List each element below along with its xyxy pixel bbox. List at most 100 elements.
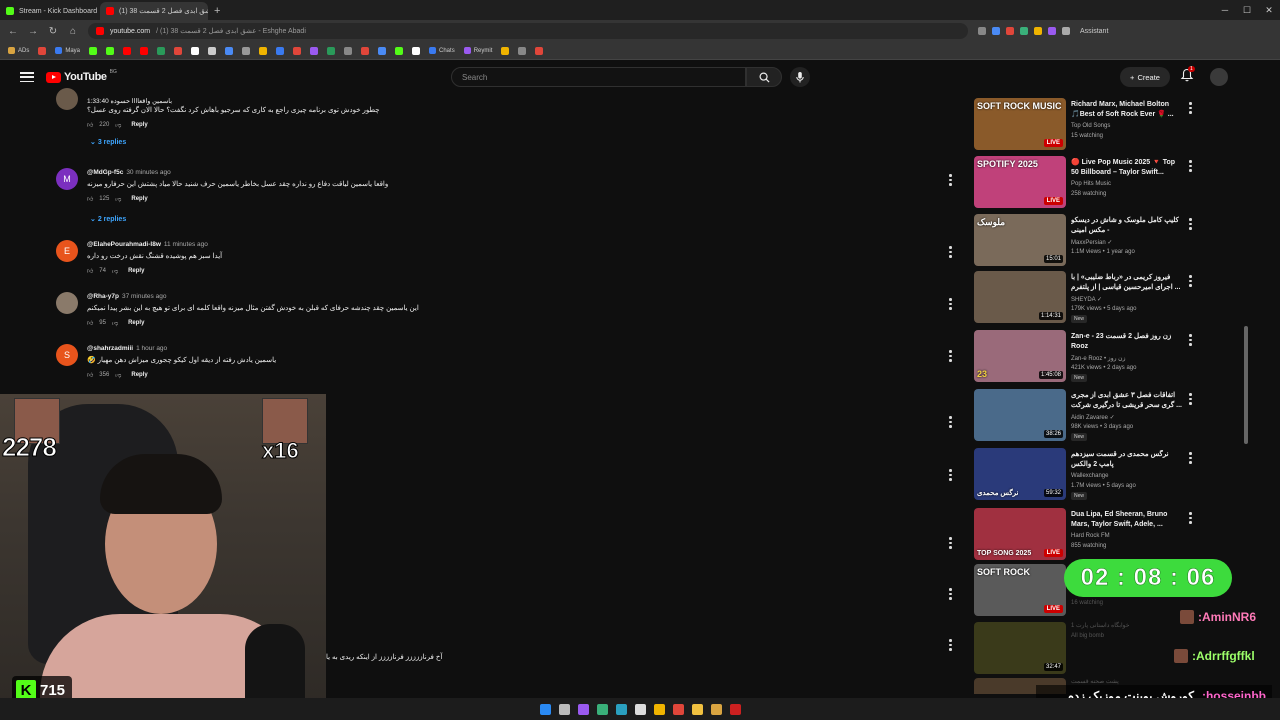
view-replies-button[interactable]: ⌄ 3 replies [90,138,126,146]
bookmark-icon[interactable] [412,46,421,55]
comment-menu-icon[interactable] [949,537,952,549]
bookmark-chats[interactable]: Chats [429,47,455,54]
dislike-icon[interactable]: 👎︎ [115,371,121,379]
reload-icon[interactable]: ↻ [48,26,58,37]
extension-icon[interactable] [992,27,1000,35]
reply-button[interactable]: Reply [131,122,147,128]
search-button[interactable] [746,67,782,87]
youtube-logo[interactable]: YouTube BG [46,69,117,83]
related-video[interactable]: نرگس محمدی 59:32 نرگس محمدی در قسمت سیزده… [974,444,1200,500]
video-thumbnail[interactable]: نرگس محمدی 59:32 [974,448,1066,500]
minimize-icon[interactable]: ─ [1214,0,1236,20]
comment-author[interactable]: @MdGp-f5c [87,169,123,176]
bookmark-icon[interactable] [501,46,510,55]
view-replies-button[interactable]: ⌄ 2 replies [90,215,126,223]
related-video[interactable]: ملوسک 15:01 کلیپ کامل ملوسک و شاش در دیسک… [974,210,1200,266]
video-thumbnail[interactable]: TOP SONG 2025 LIVE [974,508,1066,560]
like-icon[interactable]: 👍︎ [87,319,93,327]
new-tab-button[interactable]: + [208,2,226,20]
dislike-icon[interactable]: 👎︎ [112,267,118,275]
channel-name[interactable]: SHEYDA ✓ [1071,296,1102,303]
search-input[interactable]: Search [451,67,746,87]
video-thumbnail[interactable]: SPOTIFY 2025 LIVE [974,156,1066,208]
bookmark-icon[interactable] [225,46,234,55]
video-title[interactable]: اتفاقات فصل ۳ عشق ابدی از مجری گری سحر ق… [1071,391,1183,411]
channel-name[interactable]: MaxxPersian ✓ [1071,239,1112,246]
extension-icon[interactable] [1034,27,1042,35]
related-video[interactable]: 1:14:31 فیروز کریمی در «رباط ضلیبی» | با… [974,267,1200,323]
reply-button[interactable]: Reply [131,196,147,202]
related-video[interactable]: SOFT ROCK MUSIC LIVE Richard Marx, Michae… [974,94,1200,150]
bookmark-ads[interactable]: ADs [8,47,29,54]
related-video[interactable]: TOP SONG 2025 LIVE Dua Lipa, Ed Sheeran, … [974,504,1200,560]
channel-name[interactable]: Wallexchange [1071,473,1108,479]
bookmark-icon[interactable] [276,46,285,55]
comment-menu-icon[interactable] [949,469,952,481]
video-menu-icon[interactable] [1189,452,1192,464]
windows-start-icon[interactable] [539,703,551,715]
page-scrollbar[interactable] [1244,326,1248,444]
video-thumbnail[interactable]: SOFT ROCK MUSIC LIVE [974,98,1066,150]
reply-button[interactable]: Reply [128,268,144,274]
comment-menu-icon[interactable] [949,350,952,362]
bookmark-icon[interactable] [38,46,47,55]
related-video[interactable]: 32:47 خوابگاه داستانی پارت 1 All big bom… [974,618,1200,674]
comment-author[interactable]: @ElahePourahmadi-l8w [87,241,161,248]
reply-button[interactable]: Reply [128,320,144,326]
account-avatar[interactable] [1210,68,1228,86]
video-menu-icon[interactable] [1189,393,1192,405]
channel-name[interactable]: Pop Hits Music [1071,181,1111,187]
comment-menu-icon[interactable] [949,639,952,651]
taskbar-icon[interactable] [596,703,608,715]
like-icon[interactable]: 👍︎ [87,267,93,275]
bookmark-icon[interactable] [327,46,336,55]
bookmark-icon[interactable] [518,46,527,55]
comment-menu-icon[interactable] [949,174,952,186]
maximize-icon[interactable]: ☐ [1236,0,1258,20]
tab-kick-dashboard[interactable]: Stream - Kick Dashboard ✕ [0,2,100,20]
avatar[interactable] [56,88,78,110]
extension-icon[interactable] [1020,27,1028,35]
extension-icon[interactable] [1006,27,1014,35]
video-menu-icon[interactable] [1189,334,1192,346]
video-title[interactable]: Richard Marx, Michael Bolton 🎵Best of So… [1071,100,1183,120]
comment-time[interactable]: 11 minutes ago [164,241,208,248]
bookmark-icon[interactable] [344,46,353,55]
video-title[interactable]: کلیپ کامل ملوسک و شاش در دیسکو - مکس امی… [1071,216,1183,236]
url-input[interactable]: youtube.com / (1) 38 عشق ابدی فصل 2 قسمت… [88,23,968,39]
bookmark-icon[interactable] [174,46,183,55]
close-window-icon[interactable]: ✕ [1258,0,1280,20]
video-menu-icon[interactable] [1189,512,1192,524]
video-thumbnail[interactable]: 38:26 [974,389,1066,441]
extension-icon[interactable] [1048,27,1056,35]
comment-time[interactable]: 30 minutes ago [126,169,170,176]
taskbar-icon[interactable] [672,703,684,715]
bookmark-icon[interactable] [157,46,166,55]
video-menu-icon[interactable] [1189,218,1192,230]
video-menu-icon[interactable] [1189,275,1192,287]
taskbar-icon[interactable] [615,703,627,715]
taskbar-icon[interactable] [729,703,741,715]
taskbar-icon[interactable] [634,703,646,715]
channel-name[interactable]: All big bomb [1071,633,1104,639]
avatar[interactable]: E [56,240,78,262]
taskbar-icon[interactable] [710,703,722,715]
related-video[interactable]: 38:26 اتفاقات فصل ۳ عشق ابدی از مجری گری… [974,385,1200,441]
video-title[interactable]: نرگس محمدی در قسمت سیزدهم پامپ 2 والکس [1071,450,1183,470]
bookmark-icon[interactable] [191,46,200,55]
video-thumbnail[interactable]: ملوسک 15:01 [974,214,1066,266]
video-thumbnail[interactable]: SOFT ROCK LIVE [974,564,1066,616]
taskbar-icon[interactable] [577,703,589,715]
channel-name[interactable]: Aidin Zavaree ✓ [1071,414,1115,421]
menu-icon[interactable] [20,72,34,82]
bookmark-icon[interactable] [89,46,98,55]
taskbar-icon[interactable] [691,703,703,715]
forward-icon[interactable]: → [28,26,38,37]
channel-name[interactable]: Top Old Songs [1071,123,1110,129]
video-title[interactable]: Zan-e - 23 زن روز فصل 2 قسمت Rooz [1071,332,1183,352]
like-icon[interactable]: 👍︎ [87,121,93,129]
tab-youtube[interactable]: (1) 38 عشق ابدی فصل 2 قسمت ✕ [100,2,208,20]
bookmark-icon[interactable] [242,46,251,55]
bookmark-icon[interactable] [140,46,149,55]
voice-search-button[interactable] [790,67,810,87]
